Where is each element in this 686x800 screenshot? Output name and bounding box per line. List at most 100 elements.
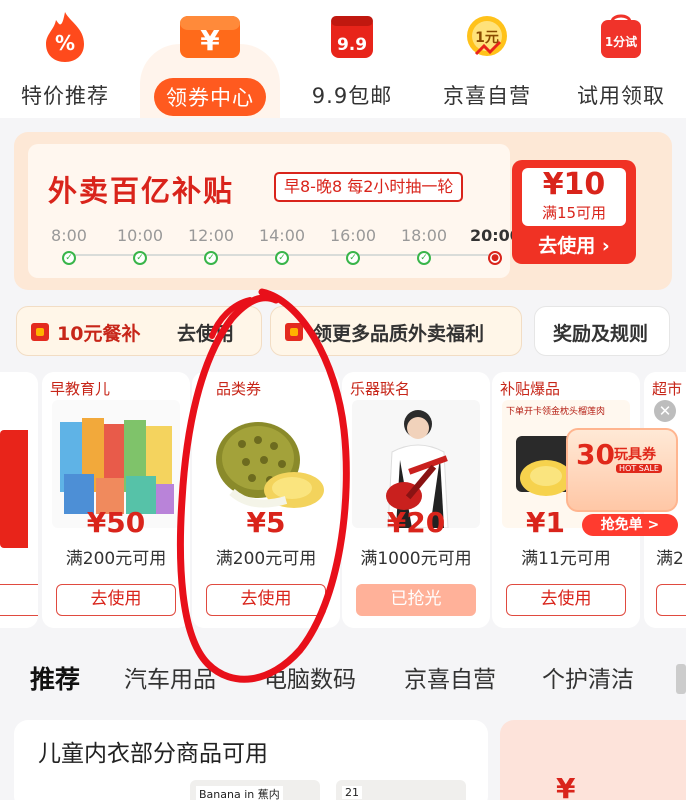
coupon-tag: 乐器联名 bbox=[350, 380, 411, 398]
product-thumbnail[interactable]: Banana in 蕉内 bbox=[190, 780, 320, 800]
nav-item-jingxi-self-operated[interactable]: 1元 京喜自营 bbox=[422, 10, 552, 110]
nav-item-special-offers[interactable]: % 特价推荐 bbox=[0, 10, 130, 110]
price-9-9-icon: 9.9 bbox=[327, 10, 377, 64]
coupon-amount: ¥10 bbox=[542, 167, 606, 202]
grab-free-order-button[interactable]: 抢免单 > bbox=[582, 514, 678, 536]
partial-red-banner bbox=[0, 430, 28, 548]
nav-item-coupon-center[interactable]: ¥ 领券中心 bbox=[145, 10, 275, 116]
side-promo-price: ¥ bbox=[556, 772, 576, 800]
tab-personal-care[interactable]: 个护清洁 bbox=[542, 660, 634, 694]
use-button[interactable]: 去使 bbox=[656, 584, 686, 616]
brand-label: Banana in 蕉内 bbox=[196, 786, 283, 800]
coupon-card[interactable]: 早教育儿 ¥50 满200元可用 去使用 bbox=[42, 372, 190, 628]
use-button[interactable]: 去使用 bbox=[56, 584, 176, 616]
product-coupon-title: 儿童内衣部分商品可用 bbox=[38, 741, 268, 767]
use-button[interactable] bbox=[0, 584, 38, 616]
coupon-condition: 满2 bbox=[656, 549, 684, 569]
coupon-condition: 满1000元可用 bbox=[360, 549, 472, 569]
yen-coupon-icon: ¥ bbox=[177, 10, 243, 64]
red-envelope-icon bbox=[285, 323, 303, 341]
popup-body: 30 玩具券 HOT SALE bbox=[566, 428, 678, 512]
nav-label: 特价推荐 bbox=[21, 84, 109, 108]
sold-out-button: 已抢光 bbox=[356, 584, 476, 616]
category-tabs: 推荐 汽车用品 电脑数码 京喜自营 个护清洁 bbox=[0, 648, 686, 708]
timeline-point: 12:00 ✓ bbox=[187, 226, 235, 265]
svg-text:1元: 1元 bbox=[475, 30, 499, 46]
popup-amount: 30 bbox=[576, 438, 615, 471]
use-button[interactable]: 去使用 bbox=[206, 584, 326, 616]
takeout-schedule-tag: 早8-晚8 每2小时抽一轮 bbox=[274, 172, 464, 202]
meal-subsidy-strip[interactable]: 10元餐补 去使用 bbox=[16, 306, 262, 356]
draw-timeline: 8:00 ✓ 10:00 ✓ 12:00 ✓ 14:00 ✓ 16:00 ✓ 18:00 ✓… bbox=[51, 226, 521, 266]
tab-computer-digital[interactable]: 电脑数码 bbox=[264, 660, 356, 694]
coupon-carousel[interactable]: 早教育儿 ¥50 满200元可用 去使用 品类券 ¥5 满200元可用 去使用 … bbox=[0, 370, 686, 632]
check-icon: ✓ bbox=[275, 251, 289, 265]
coupon-condition: 满11元可用 bbox=[521, 549, 611, 569]
use-link[interactable]: 去使用 bbox=[177, 319, 234, 346]
timeline-point: 14:00 ✓ bbox=[258, 226, 306, 265]
coupon-tag: 品类券 bbox=[216, 380, 262, 398]
fire-percent-icon: % bbox=[40, 10, 90, 64]
timeline-point: 8:00 ✓ bbox=[51, 226, 87, 265]
use-coupon-button[interactable]: 去使用 › bbox=[512, 231, 636, 258]
coupon-price: ¥20 bbox=[386, 506, 446, 539]
check-icon: ✓ bbox=[204, 251, 218, 265]
close-icon[interactable]: ✕ bbox=[654, 400, 676, 422]
svg-text:¥: ¥ bbox=[200, 24, 220, 57]
more-benefits-strip[interactable]: 领更多品质外卖福利 bbox=[270, 306, 522, 356]
nav-label: 领券中心 bbox=[154, 78, 266, 116]
coupon-tag: 早教育儿 bbox=[50, 380, 111, 398]
check-icon: ✓ bbox=[133, 251, 147, 265]
tab-car-supplies[interactable]: 汽车用品 bbox=[124, 660, 216, 694]
category-nav: % 特价推荐 ¥ 领券中心 9.9 9.9包邮 1元 京喜自营 1分试 试用领取 bbox=[0, 0, 686, 118]
chevron-right-icon: › bbox=[595, 235, 610, 257]
coupon-condition: 满200元可用 bbox=[215, 549, 317, 569]
one-yuan-badge-icon: 1元 bbox=[462, 10, 512, 64]
coupon-card-partial[interactable] bbox=[0, 372, 38, 628]
coupon-condition: 满200元可用 bbox=[65, 549, 167, 569]
nav-item-9-9-free-shipping[interactable]: 9.9 9.9包邮 bbox=[287, 10, 417, 110]
rules-label: 奖励及规则 bbox=[553, 323, 649, 345]
check-icon: ✓ bbox=[346, 251, 360, 265]
coupon-condition: 满15可用 bbox=[541, 204, 607, 222]
coupon-card-durian[interactable]: 品类券 ¥5 满200元可用 去使用 bbox=[192, 372, 340, 628]
nav-label: 试用领取 bbox=[577, 84, 665, 108]
trial-bag-icon: 1分试 bbox=[596, 10, 646, 64]
hot-sale-badge: HOT SALE bbox=[616, 464, 662, 473]
use-button[interactable]: 去使用 bbox=[506, 584, 626, 616]
coupon-value-panel: ¥10 满15可用 bbox=[522, 168, 626, 226]
nav-label: 9.9包邮 bbox=[311, 84, 393, 108]
coupon-price: ¥5 bbox=[246, 506, 286, 539]
takeout-inner-panel: 外卖百亿补贴 早8-晚8 每2小时抽一轮 8:00 ✓ 10:00 ✓ 12:00 ✓… bbox=[28, 144, 521, 278]
coupon-price: ¥50 bbox=[86, 506, 146, 539]
product-coupon-card[interactable]: 儿童内衣部分商品可用 Banana in 蕉内 21 bbox=[14, 720, 488, 800]
nav-label: 京喜自营 bbox=[443, 84, 531, 108]
svg-text:%: % bbox=[55, 31, 75, 55]
app-screen: % 特价推荐 ¥ 领券中心 9.9 9.9包邮 1元 京喜自营 1分试 试用领取… bbox=[0, 0, 686, 800]
meal-subsidy-label: 10元餐补 bbox=[57, 323, 141, 345]
brand-label: 21 bbox=[342, 786, 362, 799]
tab-recommend[interactable]: 推荐 bbox=[30, 660, 80, 696]
nav-item-trial-claim[interactable]: 1分试 试用领取 bbox=[556, 10, 686, 110]
product-banner-text: 下单开卡领金枕头榴莲肉 bbox=[506, 407, 606, 417]
side-promo-card[interactable]: ¥ bbox=[500, 720, 686, 800]
timeline-point: 16:00 ✓ bbox=[329, 226, 377, 265]
svg-text:1分试: 1分试 bbox=[605, 34, 637, 49]
current-dot-icon: ● bbox=[488, 251, 502, 265]
rules-button[interactable]: 奖励及规则 bbox=[534, 306, 670, 356]
takeout-coupon[interactable]: ¥10 满15可用 去使用 › bbox=[512, 160, 636, 264]
tab-jingxi-self[interactable]: 京喜自营 bbox=[404, 660, 496, 694]
coupon-card[interactable]: 乐器联名 ¥20 满1000元可用 已抢光 bbox=[342, 372, 490, 628]
product-thumbnail[interactable]: 21 bbox=[336, 780, 466, 800]
toy-coupon-popup[interactable]: 30 玩具券 HOT SALE 抢免单 > ✕ bbox=[566, 400, 678, 536]
popup-label: 玩具券 bbox=[614, 447, 656, 463]
more-benefits-label: 领更多品质外卖福利 bbox=[313, 323, 485, 345]
check-icon: ✓ bbox=[417, 251, 431, 265]
timeline-point: 10:00 ✓ bbox=[116, 226, 164, 265]
timeline-point: 18:00 ✓ bbox=[400, 226, 448, 265]
coupon-tag: 补贴爆品 bbox=[500, 380, 561, 398]
more-tabs-indicator[interactable] bbox=[676, 664, 686, 694]
red-envelope-icon bbox=[31, 323, 49, 341]
takeout-title: 外卖百亿补贴 bbox=[48, 174, 235, 208]
coupon-tag: 超市 bbox=[652, 380, 683, 398]
